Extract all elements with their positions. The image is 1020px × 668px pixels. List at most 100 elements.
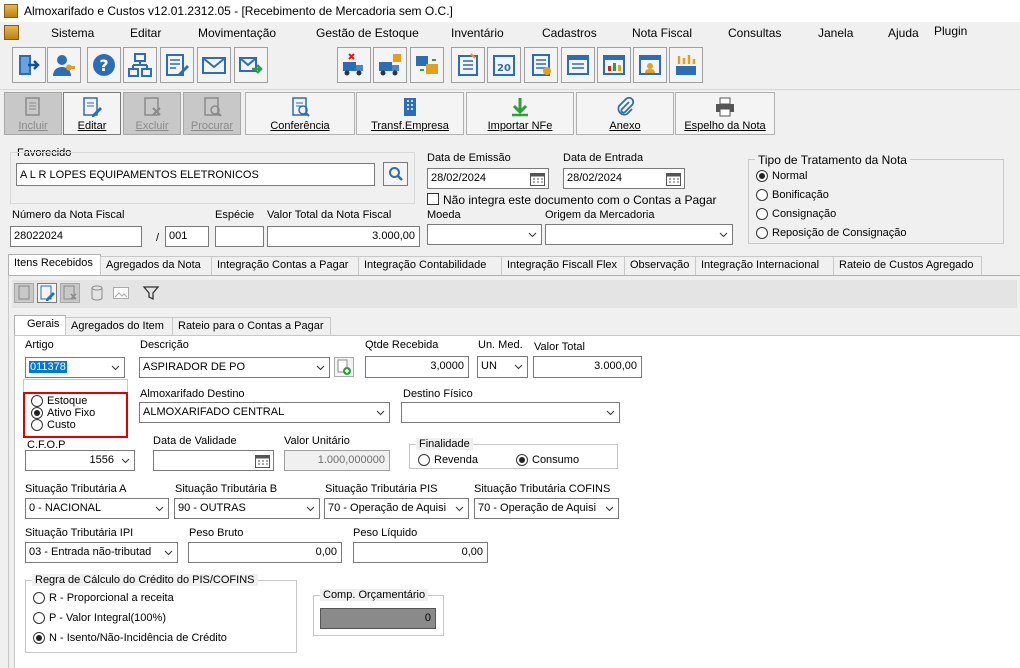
send-mail-button[interactable] <box>234 47 268 83</box>
sit-pis-select[interactable]: 70 - Operação de Aquisi <box>324 498 469 519</box>
exit-button[interactable] <box>12 47 46 83</box>
calendar-icon[interactable] <box>666 172 681 186</box>
tab-integracao-fiscall-flex[interactable]: Integração Fiscall Flex <box>501 256 625 275</box>
menu-inventario[interactable]: Inventário <box>451 26 504 40</box>
edit-form-button[interactable] <box>160 47 194 83</box>
regra-r-radio[interactable]: R - Proporcional a receita <box>33 592 174 604</box>
menu-janela[interactable]: Janela <box>818 26 853 40</box>
tipo-ativo-fixo-radio[interactable]: Ativo Fixo <box>31 407 95 419</box>
sit-b-select[interactable]: 90 - OUTRAS <box>174 498 320 519</box>
moeda-select[interactable] <box>427 224 542 245</box>
valor-total-item-input[interactable]: 3.000,00 <box>533 356 642 378</box>
favorecido-search-button[interactable] <box>383 162 408 186</box>
tipo-custo-radio[interactable]: Custo <box>31 419 76 431</box>
especie-input[interactable] <box>215 226 264 247</box>
espelho-nota-button[interactable]: Espelho da Nota <box>675 92 775 135</box>
editar-button[interactable]: Editar <box>63 92 121 135</box>
new-item-button[interactable] <box>14 283 34 303</box>
qtde-input[interactable]: 3,0000 <box>365 356 469 378</box>
finalidade-consumo-radio[interactable]: Consumo <box>516 454 579 466</box>
transf-empresa-button[interactable]: Transf.Empresa <box>356 92 464 135</box>
menu-ajuda[interactable]: Ajuda <box>888 26 919 40</box>
menu-nota-fiscal[interactable]: Nota Fiscal <box>632 26 692 40</box>
menu-gestao-estoque[interactable]: Gestão de Estoque <box>316 26 419 40</box>
conferencia-button[interactable]: Conferência <box>245 92 355 135</box>
peso-bruto-input[interactable]: 0,00 <box>188 542 342 563</box>
data-entrada-input[interactable]: 28/02/2024 <box>563 168 685 189</box>
edit-item-button[interactable] <box>37 283 57 303</box>
truck-in-button[interactable] <box>373 47 407 83</box>
tab-integracao-internacional[interactable]: Integração Internacional <box>695 256 834 275</box>
data-emissao-input[interactable]: 28/02/2024 <box>427 168 549 189</box>
org-chart-button[interactable] <box>123 47 157 83</box>
artigo-select[interactable]: 011378 <box>25 357 125 378</box>
sit-cofins-select[interactable]: 70 - Operação de Aquisi <box>474 498 619 519</box>
tools-button[interactable] <box>669 47 703 83</box>
valor-total-nf-input[interactable]: 3.000,00 <box>267 226 420 247</box>
menu-consultas[interactable]: Consultas <box>728 26 781 40</box>
menu-editar[interactable]: Editar <box>130 26 161 40</box>
add-item-button[interactable] <box>334 357 354 377</box>
user-window-button[interactable] <box>633 47 667 83</box>
validade-input[interactable] <box>153 450 274 471</box>
document-icon[interactable] <box>4 25 19 40</box>
tab-integracao-contabilidade[interactable]: Integração Contabilidade <box>358 256 502 275</box>
importar-nfe-button[interactable]: Importar NFe <box>466 92 574 135</box>
calendar-icon[interactable] <box>255 454 270 468</box>
tipo-estoque-radio[interactable]: Estoque <box>31 395 87 407</box>
numero-nf-input[interactable]: 28022024 <box>10 226 142 247</box>
tab-gerais[interactable]: Gerais <box>14 315 66 336</box>
menu-movimentacao[interactable]: Movimentação <box>198 26 276 40</box>
nao-integra-checkbox[interactable] <box>427 193 439 205</box>
menu-cadastros[interactable]: Cadastros <box>542 26 597 40</box>
tab-observacao[interactable]: Observação <box>624 256 696 275</box>
tab-integracao-contas-pagar[interactable]: Integração Contas a Pagar <box>211 256 359 275</box>
tab-rateio-contas-pagar[interactable]: Rateio para o Contas a Pagar <box>172 317 331 336</box>
calendar-button[interactable]: 20 <box>487 47 521 83</box>
sit-ipi-select[interactable]: 03 - Entrada não-tributad <box>25 542 178 563</box>
tratamento-normal-radio[interactable]: Normal <box>756 170 807 182</box>
regra-p-radio[interactable]: P - Valor Integral(100%) <box>33 612 166 624</box>
report-button[interactable] <box>524 47 558 83</box>
list-button[interactable] <box>561 47 595 83</box>
tab-itens-recebidos[interactable]: Itens Recebidos <box>8 254 101 275</box>
tab-agregados-item[interactable]: Agregados do Item <box>65 317 173 336</box>
un-med-select[interactable]: UN <box>477 356 528 378</box>
serie-input[interactable]: 001 <box>165 226 209 247</box>
help-button[interactable]: ? <box>87 47 121 83</box>
descricao-select[interactable]: ASPIRADOR DE PO <box>139 357 330 378</box>
cylinder-button[interactable] <box>90 285 104 304</box>
finalidade-revenda-radio[interactable]: Revenda <box>418 454 478 466</box>
origem-select[interactable] <box>545 224 733 245</box>
anexo-button[interactable]: Anexo <box>576 92 674 135</box>
calendar-icon[interactable] <box>530 172 545 186</box>
tab-agregados-nota[interactable]: Agregados da Nota <box>100 256 212 275</box>
excluir-button[interactable]: Excluir <box>123 92 181 135</box>
users-button[interactable] <box>47 47 81 83</box>
transfer-button[interactable] <box>410 47 444 83</box>
menu-plugin[interactable]: Plugin <box>934 24 967 38</box>
mail-button[interactable] <box>197 47 231 83</box>
favorecido-input[interactable]: A L R LOPES EQUIPAMENTOS ELETRONICOS <box>16 163 375 186</box>
tratamento-reposicao-radio[interactable]: Reposição de Consignação <box>756 227 907 239</box>
menu-sistema[interactable]: Sistema <box>51 26 94 40</box>
tab-rateio-custos-agregado[interactable]: Rateio de Custos Agregado <box>833 256 982 275</box>
procurar-button[interactable]: Procurar <box>183 92 241 135</box>
inventory-button[interactable] <box>451 47 485 83</box>
sit-a-select[interactable]: 0 - NACIONAL <box>25 498 169 519</box>
regra-n-radio[interactable]: N - Isento/Não-Incidência de Crédito <box>33 632 227 644</box>
tratamento-bonificacao-radio[interactable]: Bonificação <box>756 189 829 201</box>
tratamento-consignacao-radio[interactable]: Consignação <box>756 208 836 220</box>
cfop-select[interactable]: 1556 <box>25 450 135 471</box>
almox-select[interactable]: ALMOXARIFADO CENTRAL <box>139 402 390 423</box>
image-button[interactable] <box>113 287 129 302</box>
truck-out-button[interactable] <box>337 47 371 83</box>
filter-button[interactable] <box>142 284 160 305</box>
destino-fisico-select[interactable] <box>401 402 620 423</box>
delete-item-button[interactable] <box>60 283 80 303</box>
chart-window-button[interactable] <box>597 47 631 83</box>
peso-liquido-input[interactable]: 0,00 <box>353 542 488 563</box>
chart-window-icon <box>603 55 625 75</box>
incluir-button[interactable]: Incluir <box>4 92 62 135</box>
data-entrada-value: 28/02/2024 <box>567 172 623 184</box>
